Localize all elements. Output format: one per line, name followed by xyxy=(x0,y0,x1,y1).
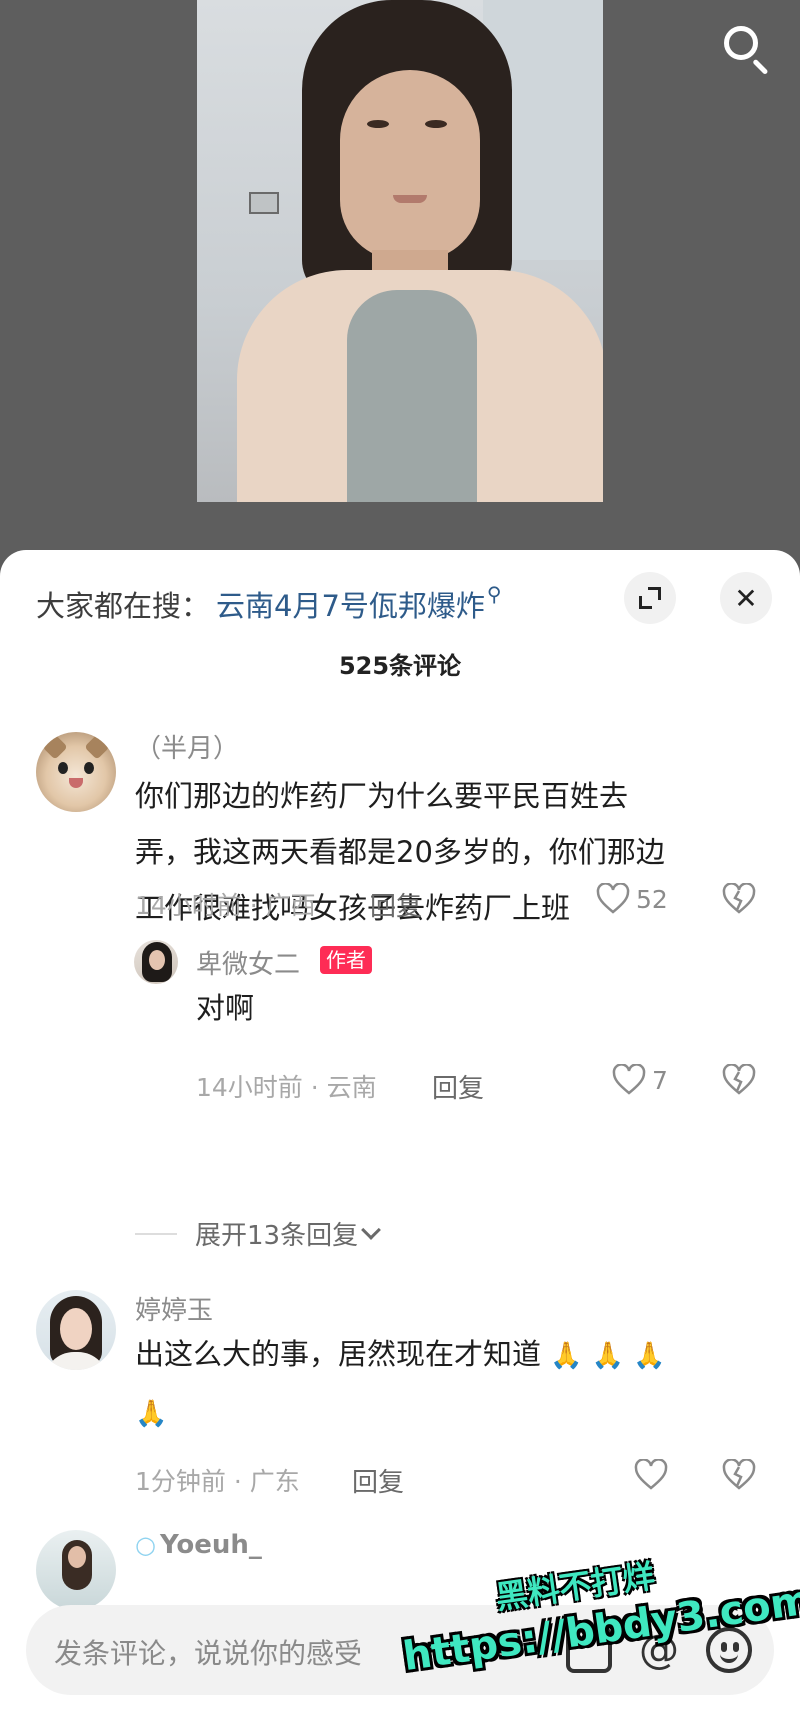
heart-icon xyxy=(596,883,630,915)
bubble-icon: ○ xyxy=(135,1531,156,1559)
comment-username[interactable]: Yoeuh_ xyxy=(160,1530,262,1560)
like-count: 7 xyxy=(652,1065,668,1095)
reply-button[interactable]: 回复 xyxy=(432,1068,484,1105)
folded-hands-emoji-icon: 🙏 xyxy=(591,1341,625,1371)
reply-button[interactable]: 回复 xyxy=(352,1462,404,1499)
reply-button[interactable]: 回复 xyxy=(370,886,422,923)
hot-search-row[interactable]: 大家都在搜： 云南4月7号佤邦爆炸 ⚲ xyxy=(36,582,502,626)
avatar[interactable] xyxy=(36,1290,116,1370)
avatar[interactable] xyxy=(36,1530,116,1610)
search-icon[interactable] xyxy=(720,22,772,75)
comment-username[interactable]: （半月） xyxy=(135,728,239,765)
folded-hands-emoji-icon: 🙏 xyxy=(550,1341,583,1371)
video-frame-photo xyxy=(197,0,603,502)
comment-text: 出这么大的事，居然现在才知道 🙏 🙏 🙏 🙏 xyxy=(135,1326,735,1442)
reply-text: 对啊 xyxy=(196,991,255,1025)
comment-meta: 1分钟前 · 广东 xyxy=(135,1467,300,1496)
divider-line xyxy=(135,1232,177,1235)
hot-search-link[interactable]: 云南4月7号佤邦爆炸 xyxy=(216,583,485,625)
expand-replies-button[interactable]: 展开13条回复 xyxy=(135,1215,381,1252)
comment-username-row[interactable]: ○ Yoeuh_ xyxy=(135,1530,262,1560)
hot-search-label: 大家都在搜： xyxy=(36,589,211,623)
comment-username[interactable]: 婷婷玉 xyxy=(135,1290,213,1327)
comment-input-placeholder: 发条评论，说说你的感受 xyxy=(54,1637,363,1670)
avatar[interactable] xyxy=(134,940,178,984)
chevron-down-icon xyxy=(361,1219,381,1240)
comments-sheet: 大家都在搜： 云南4月7号佤邦爆炸 ⚲ ✕ 525条评论 （半月） 你们那边的炸… xyxy=(0,550,800,1712)
author-badge: 作者 xyxy=(320,946,372,974)
like-button[interactable]: 52 xyxy=(596,883,668,915)
reply-username[interactable]: 卑微女二 xyxy=(196,944,300,981)
expand-sheet-button[interactable] xyxy=(624,572,676,624)
avatar[interactable] xyxy=(36,732,116,812)
like-count: 52 xyxy=(636,884,668,914)
expand-replies-label: 展开13条回复 xyxy=(195,1221,359,1251)
search-small-icon: ⚲ xyxy=(486,582,502,606)
close-icon: ✕ xyxy=(734,581,758,615)
folded-hands-emoji-icon: 🙏 xyxy=(633,1341,666,1371)
heart-icon xyxy=(612,1064,646,1096)
expand-icon xyxy=(639,587,661,609)
dislike-icon[interactable] xyxy=(722,1459,756,1491)
like-button[interactable] xyxy=(634,1459,668,1491)
dislike-icon[interactable] xyxy=(722,883,756,915)
comment-count-title: 525条评论 xyxy=(338,652,462,680)
video-area[interactable] xyxy=(0,0,800,560)
heart-icon xyxy=(634,1459,668,1491)
reply-meta: 14小时前 · 云南 xyxy=(196,1073,377,1102)
dislike-icon[interactable] xyxy=(722,1064,756,1096)
close-button[interactable]: ✕ xyxy=(720,572,772,624)
comment-meta: 14小时前 · 广西 xyxy=(135,891,316,920)
folded-hands-emoji-icon: 🙏 xyxy=(135,1399,168,1429)
like-button[interactable]: 7 xyxy=(612,1064,668,1096)
